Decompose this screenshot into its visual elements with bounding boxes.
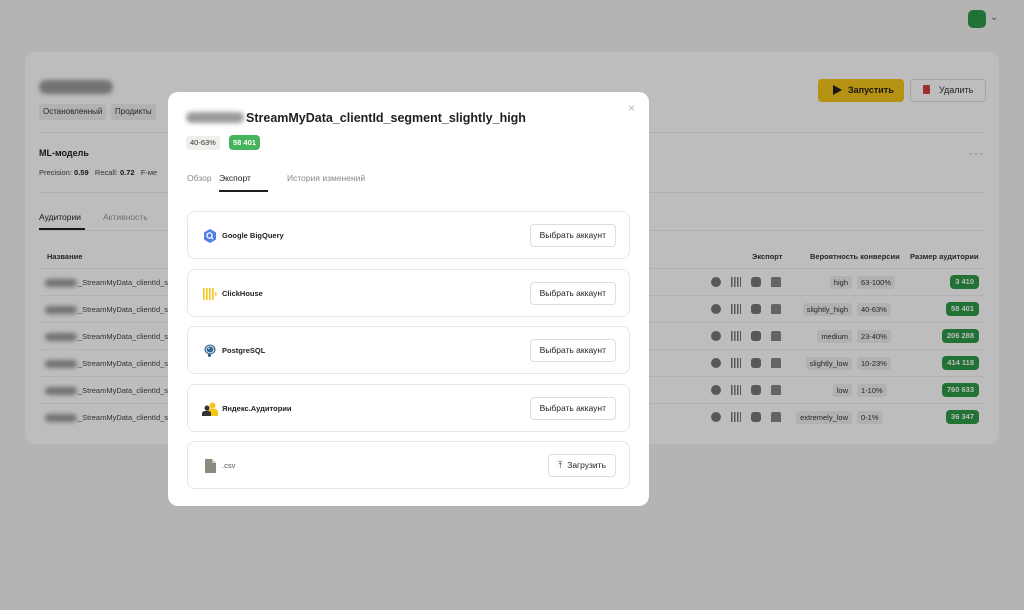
tab-history[interactable]: История изменений	[287, 173, 365, 183]
postgresql-icon	[202, 343, 218, 359]
export-modal: × StreamMyData_clientId_segment_slightly…	[168, 92, 649, 506]
upload-button[interactable]: ⤒ Загрузить	[548, 454, 616, 477]
yandex-audiences-icon	[202, 401, 218, 417]
conversion-range-badge: 40-63%	[186, 136, 220, 150]
tab-export[interactable]: Экспорт	[219, 173, 251, 183]
select-account-button[interactable]: Выбрать аккаунт	[529, 339, 616, 362]
close-icon[interactable]: ×	[628, 102, 635, 114]
upload-label: Загрузить	[567, 460, 606, 470]
tab-overview[interactable]: Обзор	[187, 173, 212, 183]
csv-file-icon	[202, 458, 218, 474]
modal-title: StreamMyData_clientId_segment_slightly_h…	[186, 111, 526, 125]
destination-name: Яндекс.Аудитории	[222, 404, 292, 413]
audience-size-badge: 58 401	[229, 135, 260, 150]
export-destination-bigquery: Google BigQuery Выбрать аккаунт	[187, 211, 630, 259]
select-account-button[interactable]: Выбрать аккаунт	[529, 397, 616, 420]
active-tab-indicator	[219, 190, 268, 192]
export-destination-csv: .csv ⤒ Загрузить	[187, 441, 630, 489]
select-account-button[interactable]: Выбрать аккаунт	[529, 282, 616, 305]
redacted-prefix	[186, 112, 244, 123]
destination-name: PostgreSQL	[222, 346, 266, 355]
select-account-button[interactable]: Выбрать аккаунт	[529, 224, 616, 247]
destination-name: ClickHouse	[222, 289, 263, 298]
bigquery-icon	[202, 228, 218, 244]
clickhouse-icon	[202, 286, 218, 302]
destination-name: Google BigQuery	[222, 231, 284, 240]
upload-icon: ⤒	[558, 460, 563, 470]
export-destination-yandex-audiences: Яндекс.Аудитории Выбрать аккаунт	[187, 384, 630, 432]
export-destination-clickhouse: ClickHouse Выбрать аккаунт	[187, 269, 630, 317]
export-destination-postgresql: PostgreSQL Выбрать аккаунт	[187, 326, 630, 374]
destination-name: .csv	[222, 461, 236, 470]
